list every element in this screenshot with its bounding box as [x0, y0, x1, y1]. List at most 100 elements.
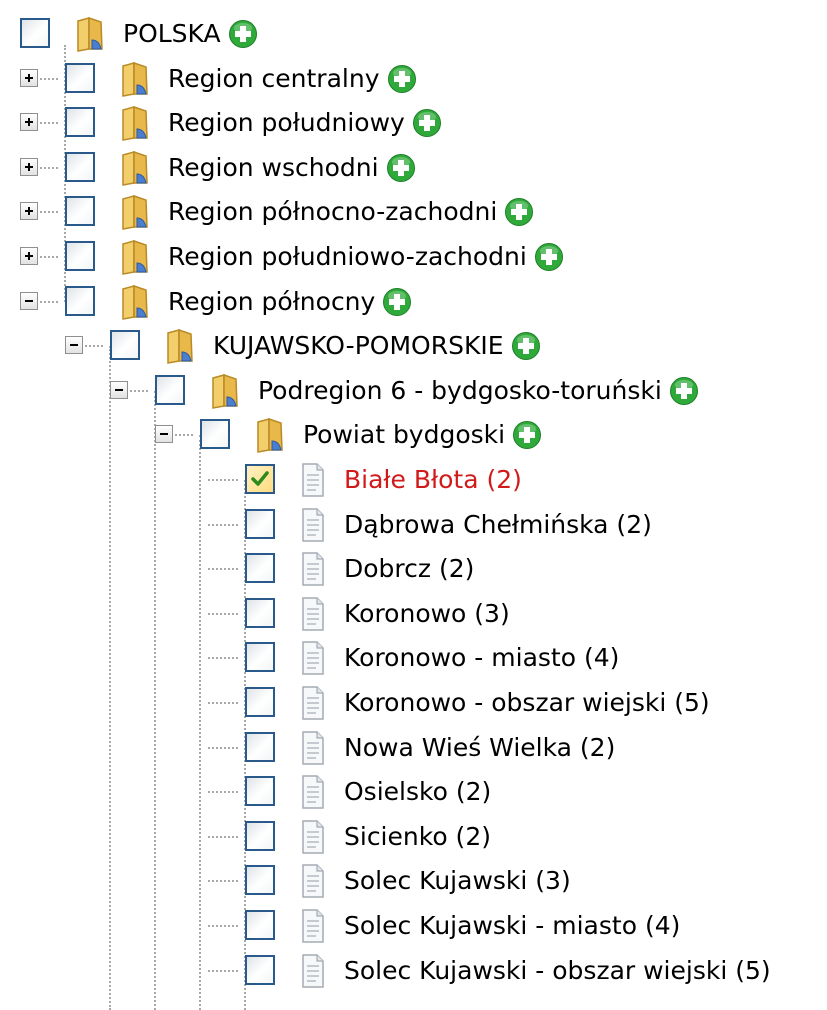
tree-row[interactable]: Region północno-zachodni [0, 190, 827, 234]
tree-row[interactable]: Powiat bydgoski [0, 413, 827, 457]
expand-toggle[interactable] [20, 68, 38, 87]
commune-label[interactable]: Nowa Wieś Wielka (2) [344, 726, 615, 770]
checkbox[interactable] [245, 553, 275, 584]
tree-row[interactable]: POLSKA [0, 12, 827, 56]
checkbox[interactable] [65, 151, 95, 182]
tree-row[interactable]: Białe Błota (2) [0, 458, 827, 502]
folder-label[interactable]: KUJAWSKO-POMORSKIE [213, 324, 504, 368]
folder-label[interactable]: Podregion 6 - bydgosko-toruński [258, 369, 662, 413]
checkbox[interactable] [245, 731, 275, 762]
tree-connector-line [208, 702, 238, 704]
checkbox[interactable] [200, 419, 230, 450]
commune-label[interactable]: Koronowo - miasto (4) [344, 636, 619, 680]
document-icon [300, 507, 326, 549]
commune-label[interactable]: Dobrcz (2) [344, 547, 474, 591]
tree-row[interactable]: Koronowo - obszar wiejski (5) [0, 681, 827, 725]
folder-icon [210, 373, 240, 415]
expand-toggle[interactable] [20, 202, 38, 221]
add-icon[interactable] [534, 242, 564, 278]
commune-label[interactable]: Solec Kujawski (3) [344, 859, 571, 903]
commune-label[interactable]: Dąbrowa Chełmińska (2) [344, 503, 652, 547]
document-icon [300, 863, 326, 905]
folder-label[interactable]: Powiat bydgoski [303, 413, 505, 457]
tree-row[interactable]: Dąbrowa Chełmińska (2) [0, 503, 827, 547]
document-icon [300, 640, 326, 682]
checkbox[interactable] [65, 62, 95, 93]
commune-label[interactable]: Solec Kujawski - obszar wiejski (5) [344, 949, 771, 993]
tree-row[interactable]: Podregion 6 - bydgosko-toruński [0, 369, 827, 413]
tree-row[interactable]: Koronowo (3) [0, 592, 827, 636]
checkbox[interactable] [245, 508, 275, 539]
tree-connector-line [208, 880, 238, 883]
document-icon [300, 685, 326, 727]
add-icon[interactable] [512, 420, 542, 456]
checkbox[interactable] [65, 196, 95, 227]
folder-label[interactable]: Region północno-zachodni [168, 190, 497, 234]
commune-label[interactable]: Białe Błota (2) [344, 458, 522, 502]
checkbox[interactable] [65, 107, 95, 138]
add-icon[interactable] [228, 19, 258, 55]
tree-connector-line [208, 657, 238, 660]
checkbox[interactable] [65, 241, 95, 271]
tree-row[interactable]: Nowa Wieś Wielka (2) [0, 726, 827, 770]
add-icon[interactable] [504, 197, 534, 233]
tree-view: POLSKA Region centralny Region południowy R… [0, 0, 827, 1010]
commune-label[interactable]: Sicienko (2) [344, 815, 491, 859]
checkbox[interactable] [245, 865, 275, 896]
checkbox[interactable] [245, 687, 275, 717]
tree-row[interactable]: Region północny [0, 280, 827, 324]
commune-label[interactable]: Solec Kujawski - miasto (4) [344, 904, 680, 948]
add-icon[interactable] [382, 287, 412, 323]
collapse-toggle[interactable] [65, 336, 83, 355]
tree-row[interactable]: Region południowy [0, 101, 827, 145]
tree-row[interactable]: Koronowo - miasto (4) [0, 636, 827, 680]
tree-row[interactable]: Region wschodni [0, 146, 827, 190]
tree-row[interactable]: KUJAWSKO-POMORSKIE [0, 324, 827, 368]
document-icon [300, 819, 326, 861]
add-icon[interactable] [387, 64, 417, 100]
tree-row[interactable]: Sicienko (2) [0, 815, 827, 859]
folder-icon [120, 194, 150, 236]
checkbox[interactable] [245, 464, 275, 494]
checkbox[interactable] [245, 910, 275, 940]
folder-label[interactable]: Region południowo-zachodni [168, 235, 527, 279]
commune-label[interactable]: Koronowo - obszar wiejski (5) [344, 681, 710, 725]
document-icon [300, 774, 326, 816]
folder-label[interactable]: Region wschodni [168, 146, 379, 190]
folder-label[interactable]: Region centralny [168, 57, 380, 101]
tree-row[interactable]: Solec Kujawski (3) [0, 859, 827, 903]
add-icon[interactable] [669, 376, 699, 412]
collapse-toggle[interactable] [20, 291, 38, 310]
tree-row[interactable]: Osielsko (2) [0, 770, 827, 814]
checkbox[interactable] [245, 642, 275, 673]
folder-icon [255, 417, 285, 459]
add-icon[interactable] [386, 153, 416, 189]
folder-label[interactable]: Region południowy [168, 101, 405, 145]
folder-label[interactable]: Region północny [168, 280, 375, 324]
tree-row[interactable]: Region centralny [0, 57, 827, 101]
expand-toggle[interactable] [20, 247, 38, 265]
tree-row[interactable]: Solec Kujawski - obszar wiejski (5) [0, 949, 827, 993]
folder-label[interactable]: POLSKA [123, 12, 221, 56]
checkbox[interactable] [245, 820, 275, 851]
tree-row[interactable]: Dobrcz (2) [0, 547, 827, 591]
expand-toggle[interactable] [20, 157, 38, 176]
checkbox[interactable] [20, 18, 50, 48]
tree-connector-line [208, 746, 238, 749]
tree-row[interactable]: Solec Kujawski - miasto (4) [0, 904, 827, 948]
collapse-toggle[interactable] [110, 380, 128, 399]
checkbox[interactable] [245, 776, 275, 807]
checkbox[interactable] [110, 330, 140, 361]
expand-toggle[interactable] [20, 113, 38, 132]
checkbox[interactable] [245, 597, 275, 628]
tree-row[interactable]: Region południowo-zachodni [0, 235, 827, 279]
add-icon[interactable] [511, 331, 541, 367]
checkbox[interactable] [245, 954, 275, 985]
commune-label[interactable]: Osielsko (2) [344, 770, 491, 814]
folder-icon [165, 328, 195, 370]
checkbox[interactable] [155, 374, 185, 405]
checkbox[interactable] [65, 285, 95, 316]
commune-label[interactable]: Koronowo (3) [344, 592, 510, 636]
add-icon[interactable] [412, 108, 442, 144]
collapse-toggle[interactable] [155, 425, 173, 444]
